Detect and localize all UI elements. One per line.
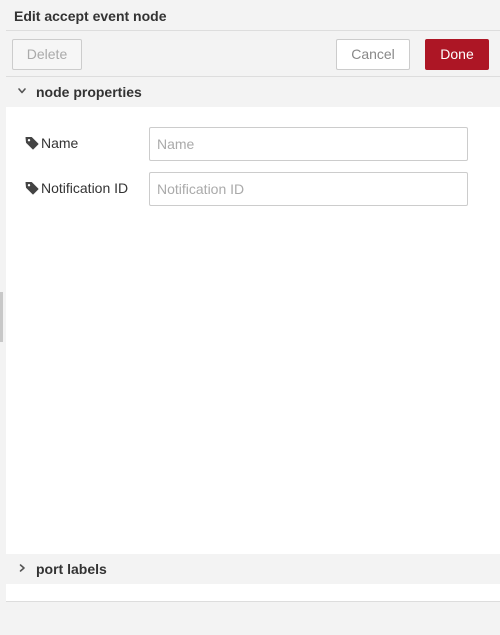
section-label-node-properties: node properties xyxy=(36,84,142,100)
done-button[interactable]: Done xyxy=(425,39,489,70)
form-row-name: Name xyxy=(6,127,500,161)
notification-id-label: Notification ID xyxy=(41,180,129,196)
tray-title: Edit accept event node xyxy=(14,8,167,24)
section-header-port-labels[interactable]: port labels xyxy=(6,554,500,584)
notification-id-input[interactable] xyxy=(149,172,468,206)
cancel-button[interactable]: Cancel xyxy=(336,39,410,70)
section-label-port-labels: port labels xyxy=(36,561,107,577)
delete-button[interactable]: Delete xyxy=(12,39,82,70)
tray-toolbar: Delete Cancel Done xyxy=(6,31,500,77)
name-input[interactable] xyxy=(149,127,468,161)
resize-handle[interactable] xyxy=(0,292,3,342)
tag-icon xyxy=(25,137,39,150)
form-row-notification-id: Notification ID xyxy=(6,172,500,206)
name-label: Name xyxy=(41,135,79,151)
tag-icon xyxy=(25,182,39,195)
tray-footer xyxy=(6,601,500,635)
edit-tray: Edit accept event node Delete Cancel Don… xyxy=(6,0,500,635)
chevron-down-icon xyxy=(18,88,26,94)
section-header-node-properties[interactable]: node properties xyxy=(6,77,500,107)
tray-header: Edit accept event node xyxy=(6,0,500,31)
chevron-right-icon xyxy=(19,564,25,572)
